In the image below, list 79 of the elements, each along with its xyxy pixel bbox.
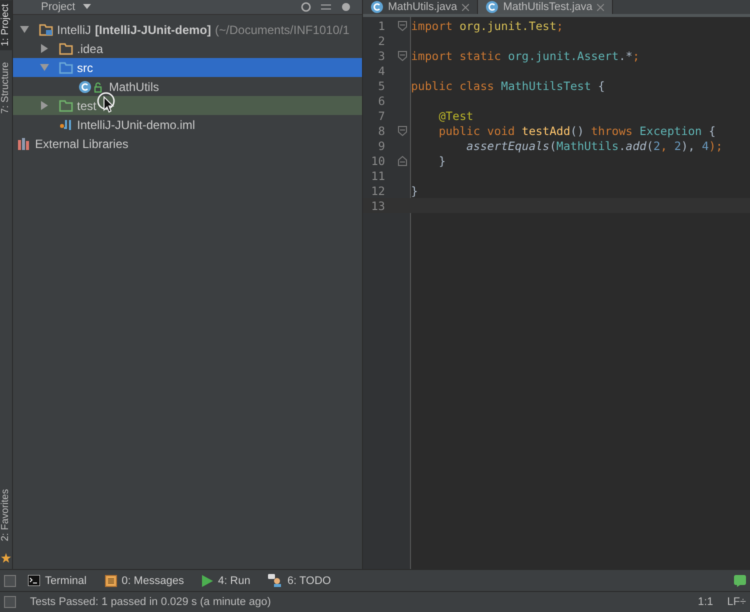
code-line: assertEquals(MathUtils.add(2, 2), 4); xyxy=(465,138,723,152)
line-number: 13 xyxy=(370,198,385,212)
class-icon xyxy=(371,1,383,13)
line-separator[interactable]: LF÷ xyxy=(727,596,746,608)
fold-icon[interactable] xyxy=(398,20,407,30)
tree-item[interactable]: MathUtils xyxy=(13,77,362,96)
line-number: 8 xyxy=(377,124,385,138)
cursor-icon xyxy=(97,92,117,114)
fold-icon[interactable] xyxy=(398,50,407,60)
line-number: 5 xyxy=(377,78,385,92)
terminal-icon xyxy=(28,575,40,586)
code-line: import static org.junit.Assert.*; xyxy=(411,48,640,62)
tool-window-button[interactable]: Terminal xyxy=(22,572,93,588)
caret-position[interactable]: 1:1 xyxy=(698,596,714,608)
side-tab[interactable]: 1: Project xyxy=(0,0,12,50)
close-icon[interactable] xyxy=(597,4,604,10)
panel-title[interactable]: Project xyxy=(41,1,76,13)
caret-icon[interactable] xyxy=(83,4,92,10)
tool-window-button[interactable]: 4: Run xyxy=(196,572,256,588)
panel-toggle-icon[interactable] xyxy=(4,596,16,608)
tree-item[interactable]: src xyxy=(13,58,362,77)
module-name: [IntelliJ-JUnit-demo] xyxy=(95,22,212,36)
collapsed-arrow-icon[interactable] xyxy=(40,101,49,110)
editor-tab[interactable]: MathUtils.java xyxy=(363,0,478,14)
tree-label: IntelliJ-JUnit-demo.iml xyxy=(77,118,196,132)
fold-icon[interactable] xyxy=(398,156,407,166)
tool-window-button[interactable]: 0: Messages xyxy=(98,572,190,588)
tree-label: IntelliJ xyxy=(57,22,92,36)
expanded-arrow-icon[interactable] xyxy=(20,25,29,34)
module-path: (~/Documents/INF1010/1 xyxy=(215,22,350,36)
status-message: Tests Passed: 1 passed in 0.029 s (a minute ago) xyxy=(30,596,271,608)
collapse-icon[interactable] xyxy=(320,2,332,12)
star-icon xyxy=(1,553,11,563)
tree-label: .idea xyxy=(77,42,104,56)
code-line: import org.junit.Test; xyxy=(411,18,564,32)
line-number: 2 xyxy=(377,34,385,48)
fold-icon[interactable] xyxy=(398,126,407,136)
close-icon[interactable] xyxy=(462,4,470,10)
tree-item[interactable]: IntelliJ [IntelliJ-JUnit-demo] (~/Documents/INF1010/1 xyxy=(13,20,362,39)
folder-icon xyxy=(59,62,73,74)
side-tab[interactable]: 7: Structure xyxy=(0,58,12,118)
line-number: 11 xyxy=(370,168,385,182)
play-icon xyxy=(202,574,213,586)
editor-tab[interactable]: MathUtilsTest.java xyxy=(478,0,614,14)
tree-label: src xyxy=(77,60,93,74)
line-number: 4 xyxy=(377,64,385,78)
line-number: 10 xyxy=(370,154,385,168)
todo-icon xyxy=(268,574,282,587)
messages-icon xyxy=(104,574,117,586)
tree-item[interactable]: External Libraries xyxy=(13,134,362,153)
code-line: @Test xyxy=(438,108,474,122)
line-number: 6 xyxy=(377,94,385,108)
code-line: } xyxy=(438,154,446,168)
module-folder-icon xyxy=(39,24,53,36)
line-number: 1 xyxy=(377,18,385,32)
line-number: 12 xyxy=(370,184,385,198)
expanded-arrow-icon[interactable] xyxy=(40,63,49,72)
module-file-icon xyxy=(59,118,73,130)
tool-window-button[interactable]: 6: TODO xyxy=(262,572,337,589)
side-tab[interactable]: 2: Favorites xyxy=(0,484,12,545)
code-line: } xyxy=(411,184,418,198)
target-icon[interactable] xyxy=(300,2,312,12)
class-icon xyxy=(486,1,498,13)
tree-item[interactable]: IntelliJ-JUnit-demo.iml xyxy=(13,115,362,134)
line-number: 9 xyxy=(377,138,385,152)
folder-icon xyxy=(59,100,73,112)
event-log-icon[interactable] xyxy=(734,574,746,586)
folder-icon xyxy=(59,42,73,54)
panel-toggle-icon[interactable] xyxy=(4,574,16,586)
code-line: public class MathUtilsTest { xyxy=(411,78,605,92)
tree-item[interactable]: .idea xyxy=(13,39,362,58)
collapsed-arrow-icon[interactable] xyxy=(40,44,49,53)
libraries-icon xyxy=(17,138,31,150)
line-number: 3 xyxy=(377,48,385,62)
line-number: 7 xyxy=(377,108,385,122)
tree-label: MathUtils xyxy=(109,80,160,94)
code-line: public void testAdd() throws Exception { xyxy=(438,124,716,138)
tree-label: test xyxy=(77,98,96,112)
tree-label: External Libraries xyxy=(35,136,128,150)
